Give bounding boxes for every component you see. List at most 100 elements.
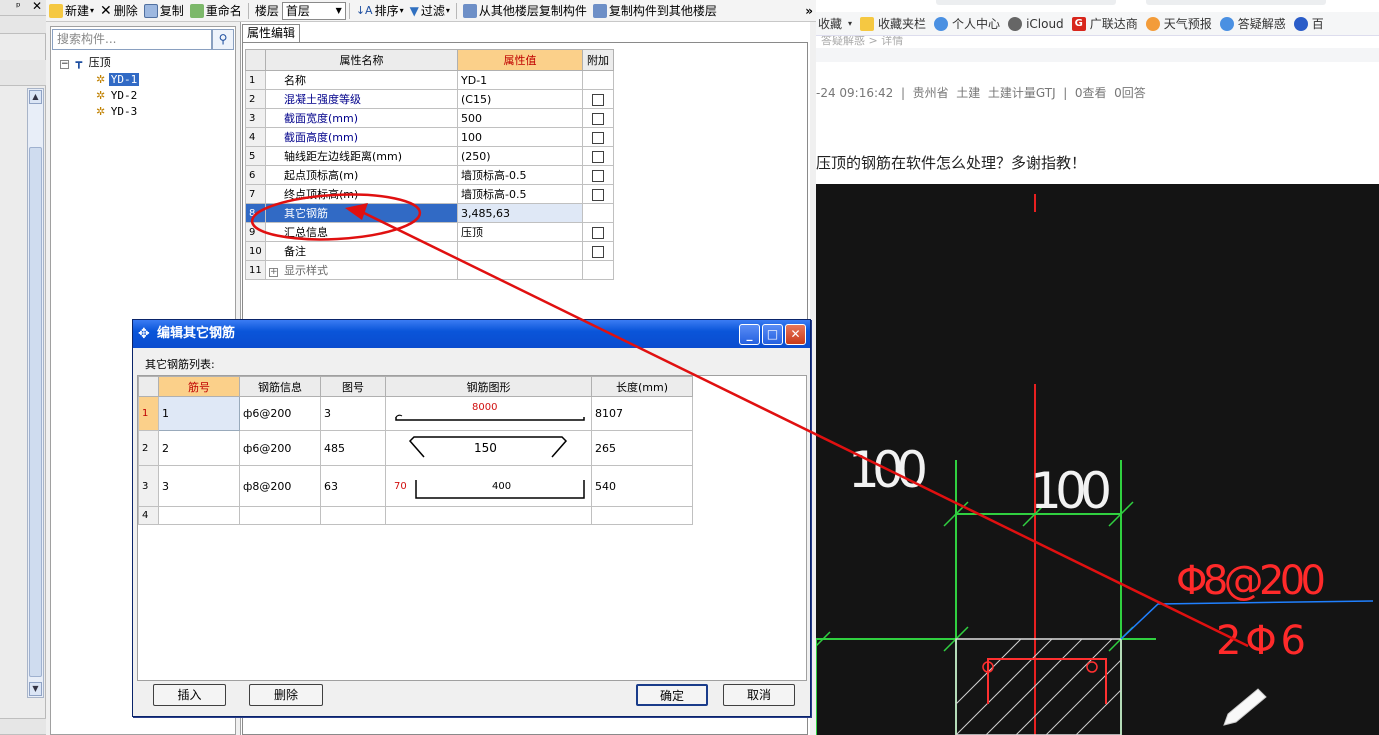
scroll-up-icon[interactable]: ▲: [29, 90, 42, 104]
property-value-cell[interactable]: 100: [457, 127, 583, 147]
attach-checkbox[interactable]: [592, 131, 604, 144]
property-row[interactable]: 5 轴线距左边线距离(mm) (250): [245, 146, 614, 166]
property-name-cell[interactable]: 其它钢筋: [265, 203, 458, 223]
bookmark-folder[interactable]: 收藏夹栏: [860, 15, 926, 32]
sort-button[interactable]: ↓A 排序 ▾: [353, 1, 407, 21]
collapse-icon[interactable]: −: [60, 60, 69, 69]
copy-from-floor-button[interactable]: 从其他楼层复制构件: [460, 1, 590, 21]
insert-button[interactable]: 插入: [153, 684, 226, 706]
attach-checkbox[interactable]: [592, 169, 604, 182]
minimize-icon[interactable]: _: [739, 324, 760, 345]
rebar-id-cell[interactable]: 2: [158, 430, 240, 466]
bookmark-item[interactable]: 百: [1293, 15, 1324, 32]
attach-cell[interactable]: [582, 89, 614, 109]
attach-cell[interactable]: [582, 165, 614, 185]
figure-number-cell[interactable]: [320, 506, 386, 525]
pin-icon[interactable]: ᵖ: [16, 0, 21, 13]
dialog-titlebar[interactable]: ✥ 编辑其它钢筋 _ □ ✕: [133, 320, 810, 348]
rebar-info-cell[interactable]: ф6@200: [239, 430, 321, 466]
property-value-cell[interactable]: 500: [457, 108, 583, 128]
filter-button[interactable]: ▼ 过滤 ▾: [407, 1, 453, 21]
pencil-icon[interactable]: [1223, 688, 1267, 726]
attach-cell[interactable]: [582, 203, 614, 223]
figure-number-cell[interactable]: 63: [320, 465, 386, 507]
attach-cell[interactable]: [582, 127, 614, 147]
property-value-cell[interactable]: 墙顶标高-0.5: [457, 165, 583, 185]
property-name-cell[interactable]: 终点顶标高(m): [265, 184, 458, 204]
bookmark-item[interactable]: iCloud: [1008, 16, 1064, 31]
floor-select[interactable]: 首层 ▼: [281, 1, 346, 20]
close-icon[interactable]: ✕: [32, 0, 42, 13]
property-row[interactable]: 4 截面高度(mm) 100: [245, 127, 614, 147]
attach-checkbox[interactable]: [592, 112, 604, 125]
maximize-icon[interactable]: □: [762, 324, 783, 345]
cancel-button[interactable]: 取消: [723, 684, 795, 706]
property-value-cell[interactable]: [457, 241, 583, 261]
tab-property-edit[interactable]: 属性编辑: [242, 24, 300, 42]
attach-checkbox[interactable]: [592, 93, 604, 106]
property-row[interactable]: 8 其它钢筋 3,485,63: [245, 203, 614, 223]
search-input[interactable]: 搜索构件...: [52, 29, 212, 50]
rebar-id-cell[interactable]: 1: [158, 396, 240, 431]
property-value-cell[interactable]: 墙顶标高-0.5: [457, 184, 583, 204]
rebar-shape-cell[interactable]: [385, 506, 592, 525]
new-button[interactable]: 新建 ▾: [46, 1, 97, 21]
expand-icon[interactable]: +: [269, 268, 278, 277]
attach-cell[interactable]: [582, 146, 614, 166]
property-name-cell[interactable]: 截面高度(mm): [265, 127, 458, 147]
attach-cell[interactable]: [582, 260, 614, 280]
property-row[interactable]: 1 名称 YD-1: [245, 70, 614, 90]
property-row[interactable]: 2 混凝土强度等级 (C15): [245, 89, 614, 109]
table-row[interactable]: 1 1 ф6@200 3 8000 8107: [138, 396, 693, 431]
rebar-id-cell[interactable]: 3: [158, 465, 240, 507]
length-cell[interactable]: 8107: [591, 396, 693, 431]
property-value-cell[interactable]: [457, 260, 583, 280]
attach-checkbox[interactable]: [592, 245, 604, 258]
attach-cell[interactable]: [582, 184, 614, 204]
figure-number-cell[interactable]: 3: [320, 396, 386, 431]
bookmark-item[interactable]: 个人中心: [934, 15, 1000, 32]
scroll-down-icon[interactable]: ▼: [29, 682, 42, 696]
property-row[interactable]: 10 备注: [245, 241, 614, 261]
attach-checkbox[interactable]: [592, 226, 604, 239]
ok-button[interactable]: 确定: [636, 684, 708, 706]
copy-button[interactable]: 复制: [141, 1, 187, 21]
property-row[interactable]: 3 截面宽度(mm) 500: [245, 108, 614, 128]
bookmark-favorites[interactable]: 收藏 ▾: [818, 15, 852, 32]
property-name-cell[interactable]: 轴线距左边线距离(mm): [265, 146, 458, 166]
bookmark-item[interactable]: 天气预报: [1145, 15, 1212, 32]
property-value-cell[interactable]: 3,485,63: [457, 203, 583, 223]
rebar-info-cell[interactable]: ф8@200: [239, 465, 321, 507]
rebar-shape-cell[interactable]: 8000: [385, 396, 592, 431]
property-name-cell[interactable]: 备注: [265, 241, 458, 261]
property-value-cell[interactable]: 压顶: [457, 222, 583, 242]
rebar-shape-cell[interactable]: 70 400: [385, 465, 592, 507]
length-cell[interactable]: 540: [591, 465, 693, 507]
copy-to-floor-button[interactable]: 复制构件到其他楼层: [590, 1, 720, 21]
search-icon[interactable]: ⚲: [212, 29, 234, 50]
tree-item-yd-3[interactable]: ✲ YD-3: [96, 104, 139, 120]
bookmark-item[interactable]: 答疑解惑: [1219, 15, 1286, 32]
more-button[interactable]: »: [802, 1, 816, 21]
figure-number-cell[interactable]: 485: [320, 430, 386, 466]
attach-cell[interactable]: [582, 222, 614, 242]
rebar-id-cell[interactable]: [158, 506, 240, 525]
bookmark-item[interactable]: G 广联达商: [1071, 15, 1138, 32]
delete-button[interactable]: ✕ 删除: [97, 1, 141, 21]
length-cell[interactable]: 265: [591, 430, 693, 466]
property-name-cell[interactable]: 起点顶标高(m): [265, 165, 458, 185]
property-name-cell[interactable]: 混凝土强度等级: [265, 89, 458, 109]
rebar-info-cell[interactable]: ф6@200: [239, 396, 321, 431]
property-name-cell[interactable]: + 显示样式: [265, 260, 458, 280]
close-icon[interactable]: ✕: [785, 324, 806, 345]
property-value-cell[interactable]: (C15): [457, 89, 583, 109]
attach-cell[interactable]: [582, 241, 614, 261]
property-name-cell[interactable]: 截面宽度(mm): [265, 108, 458, 128]
attach-cell[interactable]: [582, 108, 614, 128]
property-row[interactable]: 9 汇总信息 压顶: [245, 222, 614, 242]
table-row[interactable]: 3 3 ф8@200 63 70 400 540: [138, 465, 693, 507]
scrollbar-thumb[interactable]: [29, 147, 42, 677]
property-value-cell[interactable]: (250): [457, 146, 583, 166]
attach-checkbox[interactable]: [592, 188, 604, 201]
property-row[interactable]: 7 终点顶标高(m) 墙顶标高-0.5: [245, 184, 614, 204]
